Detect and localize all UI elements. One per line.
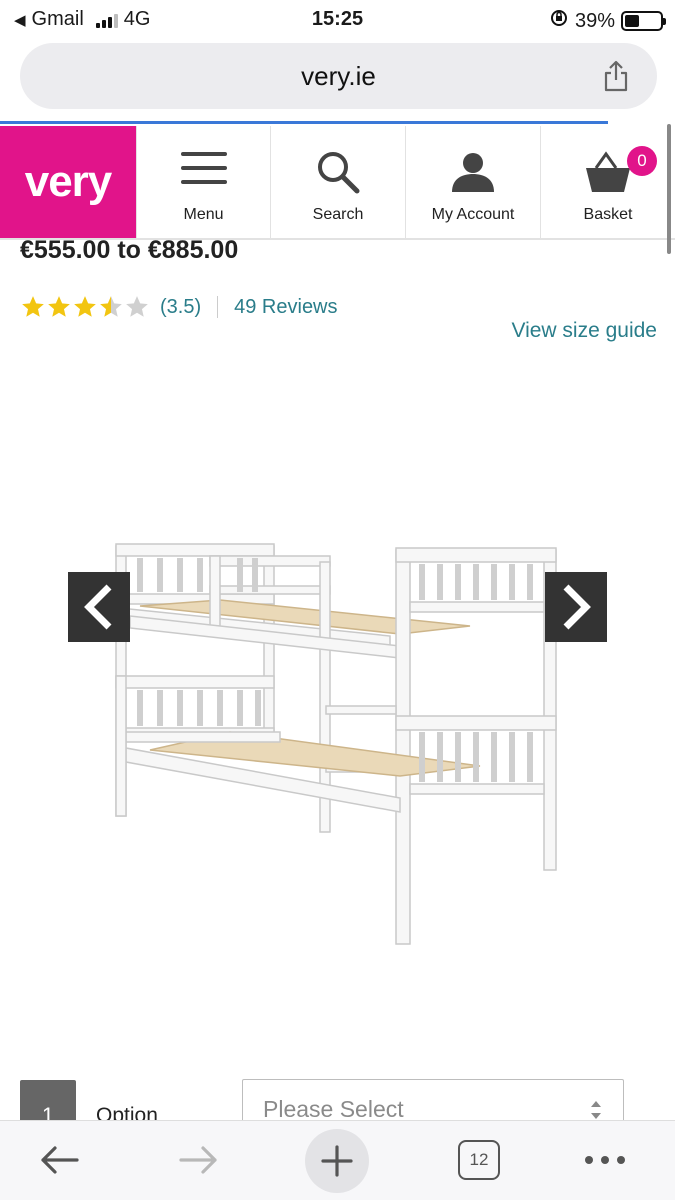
empty-star-icon (126, 296, 148, 317)
battery-status: 39% (549, 8, 666, 34)
arrow-right-icon (179, 1146, 217, 1174)
rating-value: (3.5) (160, 295, 202, 318)
site-header: very Menu Search My Account 0 Basket (0, 124, 675, 240)
basket-count-badge: 0 (627, 146, 657, 176)
browser-toolbar: 12 (0, 1120, 675, 1200)
search-icon (271, 148, 405, 196)
select-caret-icon (591, 1101, 601, 1119)
menu-label: Menu (183, 206, 224, 223)
search-label: Search (312, 206, 364, 223)
my-account-label: My Account (431, 206, 515, 223)
my-account-button[interactable]: My Account (405, 126, 540, 238)
address-bar[interactable]: very.ie (20, 43, 657, 109)
status-bar: ◀ Gmail 4G 15:25 39% (0, 0, 675, 38)
star-icon (74, 296, 96, 317)
back-button[interactable] (34, 1135, 84, 1185)
orientation-lock-icon (549, 8, 569, 34)
chevron-left-icon (84, 584, 112, 630)
rating-row: (3.5) 49 Reviews (20, 294, 338, 320)
half-star-icon (100, 296, 122, 317)
basket-button[interactable]: 0 Basket (540, 126, 675, 238)
forward-button[interactable] (174, 1135, 224, 1185)
scrollbar[interactable] (667, 124, 671, 254)
user-icon (406, 148, 540, 196)
tabs-button[interactable]: 12 (456, 1135, 502, 1185)
basket-label: Basket (583, 206, 633, 223)
star-icon (22, 296, 44, 317)
share-icon[interactable] (601, 59, 631, 93)
arrow-left-icon (41, 1146, 79, 1174)
more-menu-button[interactable] (580, 1135, 630, 1185)
battery-percent: 39% (574, 9, 615, 32)
reviews-link[interactable]: 49 Reviews (234, 296, 337, 319)
search-button[interactable]: Search (270, 126, 405, 238)
plus-icon (321, 1145, 353, 1177)
select-placeholder: Please Select (263, 1096, 404, 1122)
new-tab-button[interactable] (305, 1129, 369, 1193)
tab-count: 12 (458, 1140, 500, 1180)
divider (217, 296, 219, 318)
size-guide-link[interactable]: View size guide (511, 319, 657, 343)
hamburger-icon (137, 148, 270, 196)
previous-image-button[interactable] (68, 572, 130, 642)
menu-button[interactable]: Menu (136, 126, 270, 238)
url-text: very.ie (301, 61, 376, 91)
chevron-right-icon (563, 584, 591, 630)
next-image-button[interactable] (545, 572, 607, 642)
star-rating (20, 294, 150, 320)
price-range: €555.00 to €885.00 (20, 236, 239, 264)
star-icon (48, 296, 70, 317)
product-image-bunk-bed (100, 536, 580, 956)
very-logo[interactable]: very (0, 126, 136, 238)
battery-icon (621, 11, 666, 31)
more-dots-icon (585, 1156, 625, 1164)
